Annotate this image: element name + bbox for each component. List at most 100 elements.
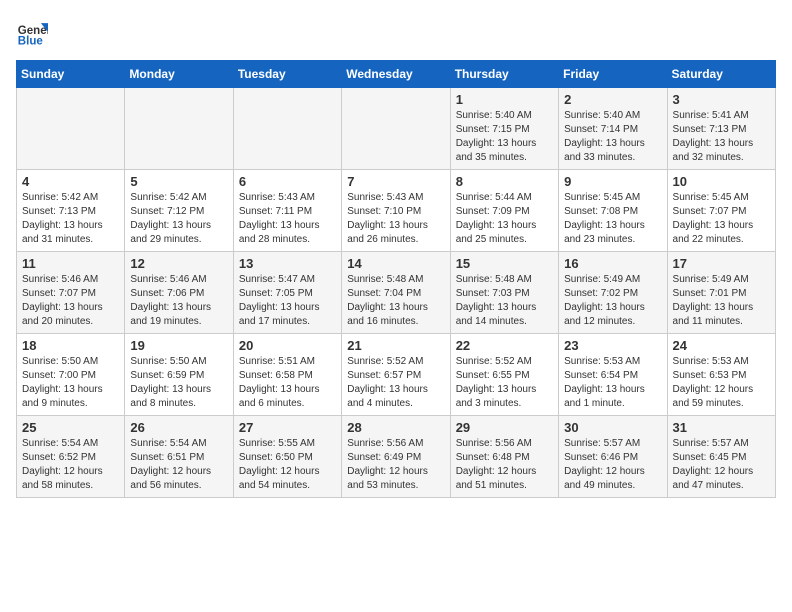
day-info: Sunrise: 5:50 AM Sunset: 6:59 PM Dayligh… [130, 355, 227, 411]
calendar-cell: 9 Sunrise: 5:45 AM Sunset: 7:08 PM Daylig… [559, 170, 667, 252]
calendar-cell: 4Sunrise: 5:42 AM Sunset: 7:13 PM Daylig… [17, 170, 125, 252]
calendar-cell: 22 Sunrise: 5:52 AM Sunset: 6:55 PM Dayli… [450, 334, 558, 416]
calendar-cell: 14 Sunrise: 5:48 AM Sunset: 7:04 PM Dayli… [342, 252, 450, 334]
calendar-cell: 24 Sunrise: 5:53 AM Sunset: 6:53 PM Dayli… [667, 334, 775, 416]
day-number: 17 [673, 256, 770, 271]
calendar-body: 1 Sunrise: 5:40 AM Sunset: 7:15 PM Daylig… [17, 88, 776, 498]
day-info: Sunrise: 5:40 AM Sunset: 7:15 PM Dayligh… [456, 109, 553, 165]
day-number: 5 [130, 174, 227, 189]
calendar-header-row: SundayMondayTuesdayWednesdayThursdayFrid… [17, 61, 776, 88]
calendar-cell: 13Sunrise: 5:47 AM Sunset: 7:05 PM Dayli… [233, 252, 341, 334]
calendar-week-row: 18 Sunrise: 5:50 AM Sunset: 7:00 PM Dayli… [17, 334, 776, 416]
day-number: 23 [564, 338, 661, 353]
day-info: Sunrise: 5:53 AM Sunset: 6:53 PM Dayligh… [673, 355, 770, 411]
calendar-cell: 29Sunrise: 5:56 AM Sunset: 6:48 PM Dayli… [450, 416, 558, 498]
day-info: Sunrise: 5:48 AM Sunset: 7:04 PM Dayligh… [347, 273, 444, 329]
day-number: 19 [130, 338, 227, 353]
calendar-cell: 21 Sunrise: 5:52 AM Sunset: 6:57 PM Dayli… [342, 334, 450, 416]
day-info: Sunrise: 5:49 AM Sunset: 7:01 PM Dayligh… [673, 273, 770, 329]
day-info: Sunrise: 5:42 AM Sunset: 7:13 PM Dayligh… [22, 191, 119, 247]
day-number: 2 [564, 92, 661, 107]
calendar-cell [17, 88, 125, 170]
day-number: 24 [673, 338, 770, 353]
day-info: Sunrise: 5:52 AM Sunset: 6:55 PM Dayligh… [456, 355, 553, 411]
calendar-cell: 20 Sunrise: 5:51 AM Sunset: 6:58 PM Dayli… [233, 334, 341, 416]
day-info: Sunrise: 5:51 AM Sunset: 6:58 PM Dayligh… [239, 355, 336, 411]
day-number: 29 [456, 420, 553, 435]
calendar-day-header: Saturday [667, 61, 775, 88]
calendar-week-row: 4Sunrise: 5:42 AM Sunset: 7:13 PM Daylig… [17, 170, 776, 252]
day-number: 3 [673, 92, 770, 107]
day-info: Sunrise: 5:50 AM Sunset: 7:00 PM Dayligh… [22, 355, 119, 411]
logo-icon: General Blue [16, 16, 48, 48]
day-info: Sunrise: 5:52 AM Sunset: 6:57 PM Dayligh… [347, 355, 444, 411]
calendar-cell: 7 Sunrise: 5:43 AM Sunset: 7:10 PM Daylig… [342, 170, 450, 252]
day-info: Sunrise: 5:42 AM Sunset: 7:12 PM Dayligh… [130, 191, 227, 247]
calendar-cell: 6 Sunrise: 5:43 AM Sunset: 7:11 PM Daylig… [233, 170, 341, 252]
day-number: 1 [456, 92, 553, 107]
calendar-cell [125, 88, 233, 170]
calendar-cell: 27Sunrise: 5:55 AM Sunset: 6:50 PM Dayli… [233, 416, 341, 498]
calendar-day-header: Sunday [17, 61, 125, 88]
day-info: Sunrise: 5:53 AM Sunset: 6:54 PM Dayligh… [564, 355, 661, 411]
calendar-day-header: Monday [125, 61, 233, 88]
day-info: Sunrise: 5:41 AM Sunset: 7:13 PM Dayligh… [673, 109, 770, 165]
day-number: 21 [347, 338, 444, 353]
logo: General Blue [16, 16, 52, 48]
calendar-week-row: 1 Sunrise: 5:40 AM Sunset: 7:15 PM Daylig… [17, 88, 776, 170]
day-number: 14 [347, 256, 444, 271]
calendar-cell: 19 Sunrise: 5:50 AM Sunset: 6:59 PM Dayli… [125, 334, 233, 416]
day-info: Sunrise: 5:46 AM Sunset: 7:07 PM Dayligh… [22, 273, 119, 329]
day-number: 22 [456, 338, 553, 353]
day-number: 18 [22, 338, 119, 353]
day-number: 13 [239, 256, 336, 271]
calendar-cell: 23 Sunrise: 5:53 AM Sunset: 6:54 PM Dayli… [559, 334, 667, 416]
calendar-cell: 11 Sunrise: 5:46 AM Sunset: 7:07 PM Dayli… [17, 252, 125, 334]
calendar-cell: 28 Sunrise: 5:56 AM Sunset: 6:49 PM Dayli… [342, 416, 450, 498]
day-info: Sunrise: 5:55 AM Sunset: 6:50 PM Dayligh… [239, 437, 336, 493]
calendar-cell: 12Sunrise: 5:46 AM Sunset: 7:06 PM Dayli… [125, 252, 233, 334]
day-info: Sunrise: 5:48 AM Sunset: 7:03 PM Dayligh… [456, 273, 553, 329]
calendar-day-header: Tuesday [233, 61, 341, 88]
calendar-cell: 3 Sunrise: 5:41 AM Sunset: 7:13 PM Daylig… [667, 88, 775, 170]
day-number: 16 [564, 256, 661, 271]
day-info: Sunrise: 5:45 AM Sunset: 7:07 PM Dayligh… [673, 191, 770, 247]
day-number: 8 [456, 174, 553, 189]
day-number: 7 [347, 174, 444, 189]
day-number: 20 [239, 338, 336, 353]
day-info: Sunrise: 5:49 AM Sunset: 7:02 PM Dayligh… [564, 273, 661, 329]
day-number: 9 [564, 174, 661, 189]
calendar-cell: 8 Sunrise: 5:44 AM Sunset: 7:09 PM Daylig… [450, 170, 558, 252]
page-header: General Blue [16, 16, 776, 48]
day-info: Sunrise: 5:54 AM Sunset: 6:51 PM Dayligh… [130, 437, 227, 493]
calendar-cell: 17 Sunrise: 5:49 AM Sunset: 7:01 PM Dayli… [667, 252, 775, 334]
day-number: 28 [347, 420, 444, 435]
day-number: 11 [22, 256, 119, 271]
day-number: 6 [239, 174, 336, 189]
calendar-cell [342, 88, 450, 170]
day-info: Sunrise: 5:43 AM Sunset: 7:11 PM Dayligh… [239, 191, 336, 247]
day-info: Sunrise: 5:40 AM Sunset: 7:14 PM Dayligh… [564, 109, 661, 165]
calendar-day-header: Friday [559, 61, 667, 88]
calendar-day-header: Wednesday [342, 61, 450, 88]
day-info: Sunrise: 5:54 AM Sunset: 6:52 PM Dayligh… [22, 437, 119, 493]
day-number: 15 [456, 256, 553, 271]
day-info: Sunrise: 5:43 AM Sunset: 7:10 PM Dayligh… [347, 191, 444, 247]
day-info: Sunrise: 5:46 AM Sunset: 7:06 PM Dayligh… [130, 273, 227, 329]
calendar-cell: 31Sunrise: 5:57 AM Sunset: 6:45 PM Dayli… [667, 416, 775, 498]
day-info: Sunrise: 5:57 AM Sunset: 6:46 PM Dayligh… [564, 437, 661, 493]
calendar-cell [233, 88, 341, 170]
calendar-cell: 5 Sunrise: 5:42 AM Sunset: 7:12 PM Daylig… [125, 170, 233, 252]
svg-text:Blue: Blue [18, 35, 44, 47]
calendar-cell: 18 Sunrise: 5:50 AM Sunset: 7:00 PM Dayli… [17, 334, 125, 416]
calendar-week-row: 11 Sunrise: 5:46 AM Sunset: 7:07 PM Dayli… [17, 252, 776, 334]
day-number: 10 [673, 174, 770, 189]
day-info: Sunrise: 5:45 AM Sunset: 7:08 PM Dayligh… [564, 191, 661, 247]
day-info: Sunrise: 5:44 AM Sunset: 7:09 PM Dayligh… [456, 191, 553, 247]
calendar-cell: 2 Sunrise: 5:40 AM Sunset: 7:14 PM Daylig… [559, 88, 667, 170]
day-number: 30 [564, 420, 661, 435]
day-number: 25 [22, 420, 119, 435]
day-info: Sunrise: 5:56 AM Sunset: 6:49 PM Dayligh… [347, 437, 444, 493]
day-number: 26 [130, 420, 227, 435]
calendar-day-header: Thursday [450, 61, 558, 88]
